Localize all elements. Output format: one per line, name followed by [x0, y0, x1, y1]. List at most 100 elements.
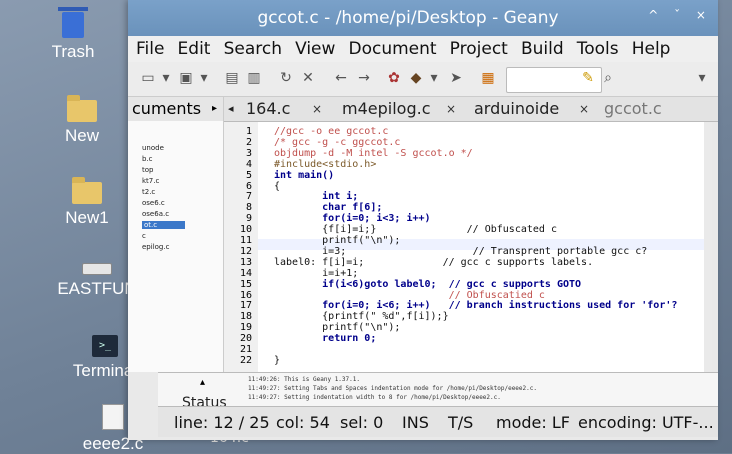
code-line[interactable]: {f[i]=i;} // Obfuscated c — [274, 224, 557, 235]
code-line[interactable]: } — [274, 355, 280, 366]
dropdown-icon[interactable]: ▾ — [426, 70, 442, 86]
status-message: 11:49:27: Setting Tabs and Spaces indent… — [248, 385, 537, 392]
forward-icon[interactable]: → — [356, 70, 372, 86]
code-line[interactable]: printf("\n"); — [274, 235, 400, 246]
status-message: 11:49:27: Setting indentation width to 8… — [248, 394, 501, 401]
overflow-icon[interactable]: ▾ — [694, 70, 710, 86]
save-icon[interactable]: ▤ — [224, 70, 240, 86]
clear-icon[interactable]: ✎ — [580, 70, 596, 86]
menu-tools[interactable]: Tools — [569, 36, 619, 62]
code-line[interactable]: i=i+1; — [274, 268, 358, 279]
code-line[interactable]: int i; — [274, 191, 358, 202]
code-line[interactable]: int main() — [274, 170, 334, 181]
code-line[interactable]: //gcc -o ee gccot.c — [274, 126, 388, 137]
code-line[interactable]: for(i=0; i<6; i++) // branch instruction… — [274, 300, 677, 311]
sidebar-tab-documents[interactable]: cuments ▸ — [128, 97, 223, 121]
code-line[interactable]: // Obfuscatied c — [274, 290, 545, 301]
window-controls[interactable]: ^ ˇ × — [648, 8, 712, 22]
tab-close-icon[interactable]: × — [312, 97, 322, 121]
code-line[interactable]: i=3; // Transprent portable gcc c? — [274, 246, 647, 257]
menu-build[interactable]: Build — [513, 36, 564, 62]
menu-help[interactable]: Help — [624, 36, 671, 62]
desktop-icon-new[interactable]: New — [32, 95, 132, 146]
tab-164[interactable]: 164.c — [246, 97, 290, 121]
desktop-icon-label: EASTFUN — [57, 279, 137, 298]
terminal-icon: >_ — [92, 335, 118, 357]
close-icon[interactable]: ✕ — [300, 70, 316, 86]
menu-project[interactable]: Project — [442, 36, 508, 62]
color-chooser-icon[interactable]: ▦ — [480, 70, 496, 86]
dropdown-icon[interactable]: ▾ — [196, 70, 212, 86]
save-all-icon[interactable]: ▥ — [246, 70, 262, 86]
line-number: 2 — [245, 136, 252, 148]
folder-icon — [67, 95, 97, 122]
sidebar: cuments ▸ unode b.c top kt7.c t2.c ose6.… — [128, 97, 224, 372]
sidebar-item[interactable]: c — [142, 232, 146, 240]
line-number: 17 — [239, 300, 252, 312]
tab-close-icon[interactable]: × — [446, 97, 456, 121]
code-line[interactable]: for(i=0; i<3; i++) — [274, 213, 430, 224]
new-file-icon[interactable]: ▭ — [140, 70, 156, 86]
build-icon[interactable]: ◆ — [408, 70, 424, 86]
document-tabs: ◂ 164.c × m4epilog.c × arduinoide × gcco… — [224, 97, 718, 122]
revert-icon[interactable]: ↻ — [278, 70, 294, 86]
status-col: col: 54 — [276, 413, 330, 432]
line-number: 1 — [245, 126, 252, 137]
menu-search[interactable]: Search — [216, 36, 282, 62]
sidebar-item-selected[interactable]: ot.c — [142, 221, 186, 229]
open-icon[interactable]: ▣ — [178, 70, 194, 86]
title-bar[interactable]: gccot.c - /home/pi/Desktop - Geany ^ ˇ × — [128, 0, 718, 36]
line-number: 14 — [239, 267, 252, 279]
menu-view[interactable]: View — [287, 36, 335, 62]
sidebar-item[interactable]: unode — [142, 144, 164, 152]
dropdown-icon[interactable]: ▾ — [158, 70, 174, 86]
back-icon[interactable]: ← — [333, 70, 349, 86]
line-number-gutter: 1 2 3 4 5 6 7 8 9 10 11 12 13 14 15 16 17 18 19 20 21 22 — [224, 122, 258, 372]
line-number: 22 — [239, 354, 252, 366]
desktop-icon-trash[interactable]: Trash — [23, 7, 123, 62]
tab-close-icon[interactable]: × — [579, 97, 589, 121]
sidebar-item[interactable]: t2.c — [142, 188, 155, 196]
tab-m4epilog[interactable]: m4epilog.c — [342, 97, 430, 121]
folder-icon — [72, 177, 102, 204]
sidebar-item[interactable]: ose6a.c — [142, 210, 169, 218]
code-line[interactable]: if(i<6)goto label0; // gcc c supports GO… — [274, 279, 581, 290]
menu-bar: File Edit Search View Document Project B… — [128, 36, 718, 62]
search-icon[interactable]: ⌕ — [600, 70, 616, 86]
desktop-icon-new1[interactable]: New1 — [37, 177, 137, 228]
chevron-up-icon[interactable]: ▴ — [200, 377, 205, 388]
status-indent-mode: T/S — [448, 413, 474, 432]
code-line[interactable]: { — [274, 181, 280, 192]
line-number: 4 — [245, 158, 252, 170]
vertical-scrollbar[interactable] — [704, 122, 712, 372]
code-line[interactable]: printf("\n"); — [274, 322, 400, 333]
code-line[interactable]: char f[6]; — [274, 202, 382, 213]
menu-edit[interactable]: Edit — [170, 36, 211, 62]
sidebar-item[interactable]: top — [142, 166, 153, 174]
line-number: 12 — [239, 245, 252, 257]
arrow-right-icon[interactable]: ▸ — [212, 97, 217, 121]
code-line[interactable]: return 0; — [274, 333, 376, 344]
tab-gccot[interactable]: gccot.c — [604, 97, 674, 121]
code-line[interactable]: #include<stdio.h> — [274, 159, 376, 170]
line-number: 5 — [245, 169, 252, 181]
toolbar: ▭ ▾ ▣ ▾ ▤ ▥ ↻ ✕ ← → ✿ ◆ ▾ ➤ ▦ ✎ ⌕ ▾ — [128, 62, 718, 97]
code-line[interactable]: objdump -d -M intel -S gccot.o */ — [274, 148, 473, 159]
sidebar-item[interactable]: b.c — [142, 155, 153, 163]
code-line[interactable]: {printf(" %d",f[i]);} — [274, 311, 448, 322]
code-editor[interactable]: 1 2 3 4 5 6 7 8 9 10 11 12 13 14 15 16 17 18 19 20 21 22 //gc… — [224, 122, 704, 372]
sidebar-item[interactable]: ose6.c — [142, 199, 165, 207]
code-line[interactable]: /* gcc -g -c ggccot.c — [274, 137, 400, 148]
sidebar-item[interactable]: epilog.c — [142, 243, 169, 251]
tab-arduinoide[interactable]: arduinoide — [474, 97, 559, 121]
tab-scroll-left-icon[interactable]: ◂ — [228, 97, 234, 121]
line-number: 7 — [245, 191, 252, 203]
sidebar-item[interactable]: kt7.c — [142, 177, 159, 185]
code-line[interactable]: label0: f[i]=i; // gcc c supports labels… — [274, 257, 593, 268]
status-line-endings: mode: LF — [496, 413, 570, 432]
menu-file[interactable]: File — [128, 36, 164, 62]
desktop-icon-label: New — [64, 126, 99, 145]
compile-icon[interactable]: ✿ — [386, 70, 402, 86]
run-icon[interactable]: ➤ — [448, 70, 464, 86]
menu-document[interactable]: Document — [341, 36, 437, 62]
